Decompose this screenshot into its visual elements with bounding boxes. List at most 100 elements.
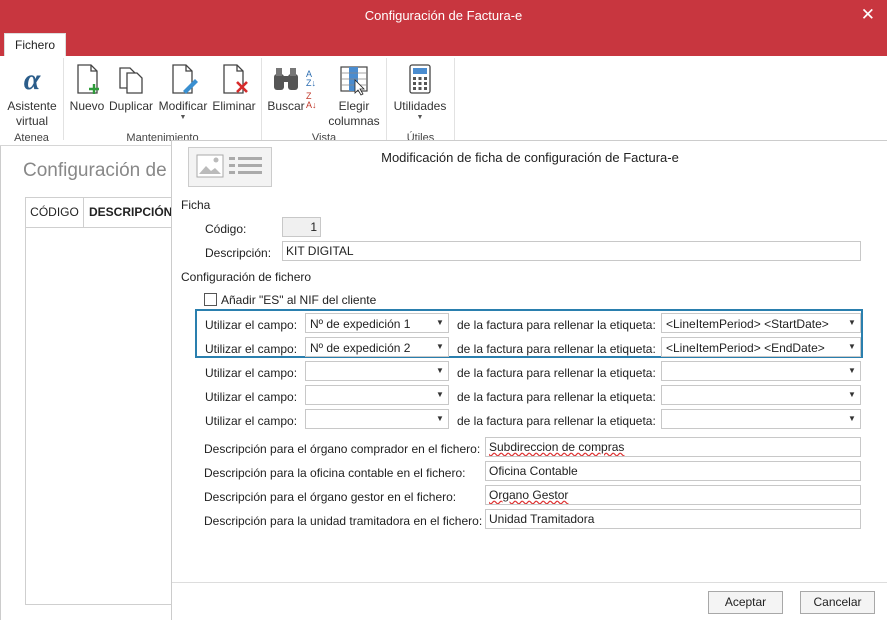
eliminar-button[interactable]: Eliminar: [211, 62, 257, 114]
descripcion-label: Descripción:: [205, 246, 272, 260]
anadir-es-label: Añadir "ES" al NIF del cliente: [221, 293, 377, 307]
tag-select-value: <LineItemPeriod> <EndDate>: [666, 341, 825, 355]
chevron-down-icon[interactable]: ▼: [844, 314, 860, 332]
dropdown-arrow-icon: ▼: [416, 114, 424, 121]
chevron-down-icon[interactable]: ▼: [432, 362, 448, 380]
description-row-field[interactable]: Subdireccion de compras: [485, 437, 861, 457]
buscar-label: Buscar: [267, 99, 305, 113]
description-row-field[interactable]: Unidad Tramitadora: [485, 509, 861, 529]
description-row-label: Descripción para el órgano gestor en el …: [204, 490, 457, 504]
nuevo-button[interactable]: Nuevo: [68, 62, 106, 114]
asistente-label-2: virtual: [15, 114, 48, 128]
etiqueta-label: de la factura para rellenar la etiqueta:: [457, 342, 656, 356]
ribbon-tab-bar: Fichero: [0, 31, 887, 56]
description-row-label: Descripción para la unidad tramitadora e…: [204, 514, 483, 528]
codigo-label: Código:: [205, 222, 247, 236]
description-row-label: Descripción para la oficina contable en …: [204, 466, 466, 480]
modificar-button[interactable]: Modificar ▼: [157, 62, 209, 121]
cancel-button[interactable]: Cancelar: [800, 591, 875, 614]
chevron-down-icon[interactable]: ▼: [432, 386, 448, 404]
description-row-value: Unidad Tramitadora: [489, 512, 595, 526]
utilizar-campo-label: Utilizar el campo:: [205, 390, 298, 404]
columns-icon: [337, 62, 371, 96]
utilizar-campo-label: Utilizar el campo:: [205, 366, 298, 380]
utilizar-campo-label: Utilizar el campo:: [205, 318, 298, 332]
elegir-label-1: Elegir: [338, 99, 370, 113]
sort-descending-icon[interactable]: Z A↓: [306, 92, 317, 110]
nuevo-label: Nuevo: [69, 99, 105, 113]
utilizar-campo-label: Utilizar el campo:: [205, 414, 298, 428]
asistente-virtual-button[interactable]: α Asistente virtual: [6, 62, 58, 129]
description-row-field[interactable]: Organo Gestor: [485, 485, 861, 505]
group-separator: [454, 58, 455, 140]
etiqueta-label: de la factura para rellenar la etiqueta:: [457, 318, 656, 332]
description-row-value: Subdireccion de compras: [489, 440, 625, 454]
chevron-down-icon[interactable]: ▼: [432, 410, 448, 428]
tag-select[interactable]: ▼: [661, 385, 861, 405]
codigo-field[interactable]: 1: [282, 217, 321, 237]
column-header-codigo[interactable]: CÓDIGO: [26, 198, 84, 227]
delete-document-icon: [217, 62, 251, 96]
field-select-value: Nº de expedición 1: [310, 317, 411, 331]
list-panel: Configuración de Factura-e CÓDIGO DESCRI…: [0, 146, 253, 620]
grid-header: CÓDIGO DESCRIPCIÓN: [26, 198, 176, 228]
duplicate-icon: [114, 62, 148, 96]
description-row-value: Oficina Contable: [489, 464, 578, 478]
svg-text:α: α: [24, 63, 41, 96]
sort-buttons: A Z↓ Z A↓: [306, 70, 326, 110]
binoculars-icon: [269, 62, 303, 96]
window-title: Configuración de Factura-e: [364, 8, 523, 23]
chevron-down-icon[interactable]: ▼: [844, 386, 860, 404]
modificar-label: Modificar: [158, 99, 208, 113]
field-select[interactable]: Nº de expedición 1 ▼: [305, 313, 449, 333]
chevron-down-icon[interactable]: ▼: [844, 338, 860, 356]
new-document-icon: [70, 62, 104, 96]
tag-select[interactable]: <LineItemPeriod> <EndDate> ▼: [661, 337, 861, 357]
records-grid[interactable]: CÓDIGO DESCRIPCIÓN: [25, 197, 177, 605]
description-row-field[interactable]: Oficina Contable: [485, 461, 861, 481]
dialog-footer: Aceptar Cancelar: [172, 582, 887, 620]
close-icon[interactable]: ✕: [861, 5, 875, 25]
duplicar-label: Duplicar: [108, 99, 153, 113]
tab-fichero[interactable]: Fichero: [4, 33, 66, 56]
field-select-value: Nº de expedición 2: [310, 341, 411, 355]
tag-select[interactable]: ▼: [661, 409, 861, 429]
field-select[interactable]: ▼: [305, 361, 449, 381]
edit-dialog: Modificación de ficha de configuración d…: [171, 140, 887, 620]
accept-button[interactable]: Aceptar: [708, 591, 783, 614]
elegir-label-2: columnas: [328, 114, 380, 128]
chevron-down-icon[interactable]: ▼: [432, 314, 448, 332]
chevron-down-icon[interactable]: ▼: [432, 338, 448, 356]
utilidades-button[interactable]: Utilidades ▼: [392, 62, 448, 121]
group-label-atenea: Atenea: [14, 132, 49, 144]
tag-select[interactable]: ▼: [661, 361, 861, 381]
field-select[interactable]: Nº de expedición 2 ▼: [305, 337, 449, 357]
title-bar: Configuración de Factura-e ✕: [0, 0, 887, 31]
descripcion-field[interactable]: KIT DIGITAL: [282, 241, 861, 261]
description-row-label: Descripción para el órgano comprador en …: [204, 442, 481, 456]
elegir-columnas-button[interactable]: Elegir columnas: [328, 62, 380, 129]
sort-ascending-icon[interactable]: A Z↓: [306, 70, 316, 88]
edit-document-icon: [166, 62, 200, 96]
description-row-value: Organo Gestor: [489, 488, 569, 502]
duplicar-button[interactable]: Duplicar: [108, 62, 154, 114]
section-configuracion: Configuración de fichero: [181, 270, 312, 284]
field-select[interactable]: ▼: [305, 409, 449, 429]
asistente-label-1: Asistente: [7, 99, 57, 113]
chevron-down-icon[interactable]: ▼: [844, 362, 860, 380]
section-ficha: Ficha: [181, 198, 211, 212]
field-select[interactable]: ▼: [305, 385, 449, 405]
eliminar-label: Eliminar: [212, 99, 256, 113]
etiqueta-label: de la factura para rellenar la etiqueta:: [457, 366, 656, 380]
group-separator: [261, 58, 262, 140]
column-header-descripcion[interactable]: DESCRIPCIÓN: [89, 198, 172, 227]
anadir-es-checkbox[interactable]: [204, 293, 217, 306]
etiqueta-label: de la factura para rellenar la etiqueta:: [457, 390, 656, 404]
utilidades-label: Utilidades: [393, 99, 447, 113]
tag-select[interactable]: <LineItemPeriod> <StartDate> ▼: [661, 313, 861, 333]
group-separator: [63, 58, 64, 140]
chevron-down-icon[interactable]: ▼: [844, 410, 860, 428]
tag-select-value: <LineItemPeriod> <StartDate>: [666, 317, 829, 331]
utilizar-campo-label: Utilizar el campo:: [205, 342, 298, 356]
buscar-button[interactable]: Buscar: [266, 62, 306, 114]
